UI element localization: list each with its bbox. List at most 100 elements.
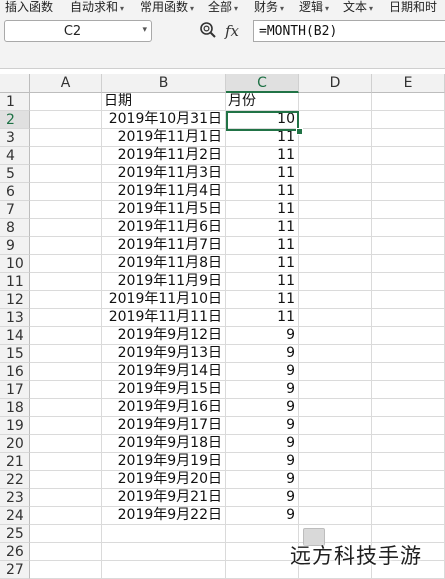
row-header[interactable]: 3	[0, 129, 30, 147]
cell-c27[interactable]	[226, 561, 299, 579]
cell-c3[interactable]: 11	[226, 129, 299, 147]
row-header[interactable]: 16	[0, 363, 30, 381]
row-header[interactable]: 26	[0, 543, 30, 561]
row-header[interactable]: 20	[0, 435, 30, 453]
cell-e11[interactable]	[372, 273, 445, 291]
cell-d21[interactable]	[299, 453, 372, 471]
cell-c11[interactable]: 11	[226, 273, 299, 291]
cell-b6[interactable]: 2019年11月4日	[102, 183, 226, 201]
cell-c26[interactable]	[226, 543, 299, 561]
cell-d16[interactable]	[299, 363, 372, 381]
cell-d24[interactable]	[299, 507, 372, 525]
cell-a23[interactable]	[30, 489, 102, 507]
cell-a17[interactable]	[30, 381, 102, 399]
cell-a24[interactable]	[30, 507, 102, 525]
cell-a15[interactable]	[30, 345, 102, 363]
ribbon-item-0[interactable]: 插入函数	[5, 0, 53, 18]
cell-e3[interactable]	[372, 129, 445, 147]
ribbon-item-3[interactable]: 全部 ▾	[208, 0, 238, 18]
cell-c12[interactable]: 11	[226, 291, 299, 309]
cell-e18[interactable]	[372, 399, 445, 417]
cell-e12[interactable]	[372, 291, 445, 309]
cell-c19[interactable]: 9	[226, 417, 299, 435]
column-header-a[interactable]: A	[30, 74, 102, 93]
cell-d17[interactable]	[299, 381, 372, 399]
cell-d10[interactable]	[299, 255, 372, 273]
cell-e22[interactable]	[372, 471, 445, 489]
name-box[interactable]: C2 ▾	[4, 20, 152, 42]
cell-b2[interactable]: 2019年10月31日	[102, 111, 226, 129]
cell-e1[interactable]	[372, 93, 445, 111]
column-header-e[interactable]: E	[372, 74, 445, 93]
cell-a22[interactable]	[30, 471, 102, 489]
cell-d23[interactable]	[299, 489, 372, 507]
row-header[interactable]: 10	[0, 255, 30, 273]
cell-a16[interactable]	[30, 363, 102, 381]
select-all-corner[interactable]	[0, 74, 30, 93]
cell-a6[interactable]	[30, 183, 102, 201]
cell-a26[interactable]	[30, 543, 102, 561]
cell-d13[interactable]	[299, 309, 372, 327]
cell-e24[interactable]	[372, 507, 445, 525]
cell-d2[interactable]	[299, 111, 372, 129]
column-header-d[interactable]: D	[299, 74, 372, 93]
fx-icon[interactable]: fx	[225, 22, 239, 40]
row-header[interactable]: 1	[0, 93, 30, 111]
cell-e9[interactable]	[372, 237, 445, 255]
cell-a2[interactable]	[30, 111, 102, 129]
cell-a1[interactable]	[30, 93, 102, 111]
cell-d4[interactable]	[299, 147, 372, 165]
cell-e23[interactable]	[372, 489, 445, 507]
cell-c1[interactable]: 月份	[226, 93, 299, 111]
row-header[interactable]: 22	[0, 471, 30, 489]
row-header[interactable]: 15	[0, 345, 30, 363]
cell-c17[interactable]: 9	[226, 381, 299, 399]
cell-b12[interactable]: 2019年11月10日	[102, 291, 226, 309]
ribbon-item-7[interactable]: 日期和时	[389, 0, 437, 18]
cell-a7[interactable]	[30, 201, 102, 219]
cell-e19[interactable]	[372, 417, 445, 435]
cell-b3[interactable]: 2019年11月1日	[102, 129, 226, 147]
cell-c25[interactable]	[226, 525, 299, 543]
cell-b14[interactable]: 2019年9月12日	[102, 327, 226, 345]
cell-a19[interactable]	[30, 417, 102, 435]
column-header-c[interactable]: C	[226, 74, 299, 93]
cell-b9[interactable]: 2019年11月7日	[102, 237, 226, 255]
row-header[interactable]: 21	[0, 453, 30, 471]
cell-c7[interactable]: 11	[226, 201, 299, 219]
cell-b26[interactable]	[102, 543, 226, 561]
cell-a11[interactable]	[30, 273, 102, 291]
row-header[interactable]: 5	[0, 165, 30, 183]
cell-c18[interactable]: 9	[226, 399, 299, 417]
ribbon-item-4[interactable]: 财务 ▾	[254, 0, 284, 18]
cell-d1[interactable]	[299, 93, 372, 111]
cell-c5[interactable]: 11	[226, 165, 299, 183]
cell-a12[interactable]	[30, 291, 102, 309]
cell-c23[interactable]: 9	[226, 489, 299, 507]
row-header[interactable]: 4	[0, 147, 30, 165]
cell-e8[interactable]	[372, 219, 445, 237]
cell-d5[interactable]	[299, 165, 372, 183]
row-header[interactable]: 25	[0, 525, 30, 543]
fill-handle[interactable]	[296, 128, 303, 135]
cell-c14[interactable]: 9	[226, 327, 299, 345]
cell-b7[interactable]: 2019年11月5日	[102, 201, 226, 219]
cell-b21[interactable]: 2019年9月19日	[102, 453, 226, 471]
ribbon-item-1[interactable]: 自动求和 ▾	[70, 0, 124, 18]
cell-a27[interactable]	[30, 561, 102, 579]
cell-b16[interactable]: 2019年9月14日	[102, 363, 226, 381]
cell-e20[interactable]	[372, 435, 445, 453]
cell-e21[interactable]	[372, 453, 445, 471]
cell-d14[interactable]	[299, 327, 372, 345]
cell-e5[interactable]	[372, 165, 445, 183]
cell-c21[interactable]: 9	[226, 453, 299, 471]
cell-d15[interactable]	[299, 345, 372, 363]
cell-d11[interactable]	[299, 273, 372, 291]
cell-b10[interactable]: 2019年11月8日	[102, 255, 226, 273]
cell-a21[interactable]	[30, 453, 102, 471]
cell-b11[interactable]: 2019年11月9日	[102, 273, 226, 291]
row-header[interactable]: 8	[0, 219, 30, 237]
cell-b19[interactable]: 2019年9月17日	[102, 417, 226, 435]
cell-a9[interactable]	[30, 237, 102, 255]
cell-e13[interactable]	[372, 309, 445, 327]
